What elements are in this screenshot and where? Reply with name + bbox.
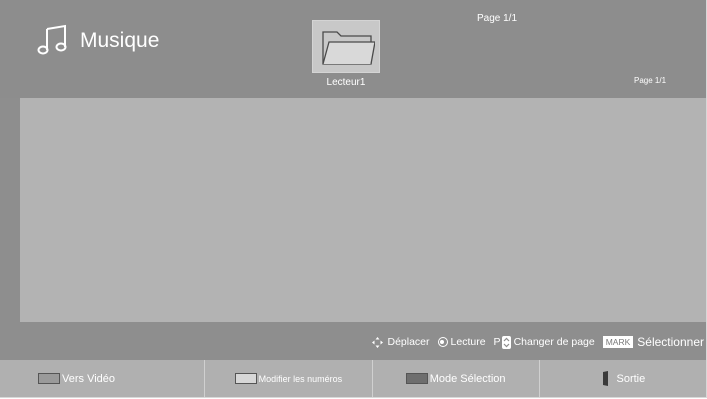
exit-icon: [602, 371, 608, 386]
file-list-area[interactable]: [20, 98, 706, 322]
to-video-label: Vers Vidéo: [62, 372, 116, 385]
help-play-label: Lecture: [450, 336, 486, 348]
page-updown-icon: [501, 335, 511, 349]
page-indicator-top: Page 1/1: [476, 13, 518, 24]
help-items: Déplacer Lecture P Changer de page MARK …: [372, 335, 704, 349]
folder-icon: [322, 31, 375, 65]
help-page-key: P: [493, 336, 501, 348]
help-move: Déplacer: [372, 336, 430, 348]
folder-label: Lecteur1: [326, 77, 366, 88]
selection-mode-label: Mode Sélection: [429, 372, 506, 385]
mark-key-badge: MARK: [602, 336, 634, 348]
media-player-screen: Musique Page 1/1 Lecteur1 Page 1/1 Dépla…: [0, 0, 707, 398]
music-note-icon: [37, 24, 67, 55]
arrows-move-icon: [372, 336, 384, 348]
yellow-key-icon: [405, 373, 428, 384]
edit-numbers-label: Modifier les numéros: [258, 373, 343, 384]
help-select: MARK Sélectionner: [602, 335, 704, 349]
footer-bar: Vers Vidéo Modifier les numéros Mode Sél…: [0, 360, 706, 397]
app-title: Musique: [80, 29, 160, 52]
help-page: P Changer de page: [493, 335, 595, 349]
page-indicator-right: Page 1/1: [633, 76, 667, 85]
folder-tile[interactable]: [312, 20, 380, 73]
help-page-label: Changer de page: [513, 336, 595, 348]
header: Musique Page 1/1 Lecteur1 Page 1/1: [0, 0, 706, 98]
to-video-button[interactable]: Vers Vidéo: [0, 360, 205, 397]
selection-mode-button[interactable]: Mode Sélection: [371, 360, 539, 397]
help-select-label: Sélectionner: [637, 335, 704, 349]
exit-label: Sortie: [616, 372, 646, 385]
green-key-icon: [234, 373, 257, 384]
help-play: Lecture: [437, 336, 486, 348]
red-key-icon: [38, 373, 60, 384]
edit-numbers-button[interactable]: Modifier les numéros: [204, 360, 372, 397]
help-move-label: Déplacer: [387, 336, 430, 348]
exit-button[interactable]: Sortie: [538, 360, 706, 397]
ok-button-icon: [437, 337, 448, 347]
